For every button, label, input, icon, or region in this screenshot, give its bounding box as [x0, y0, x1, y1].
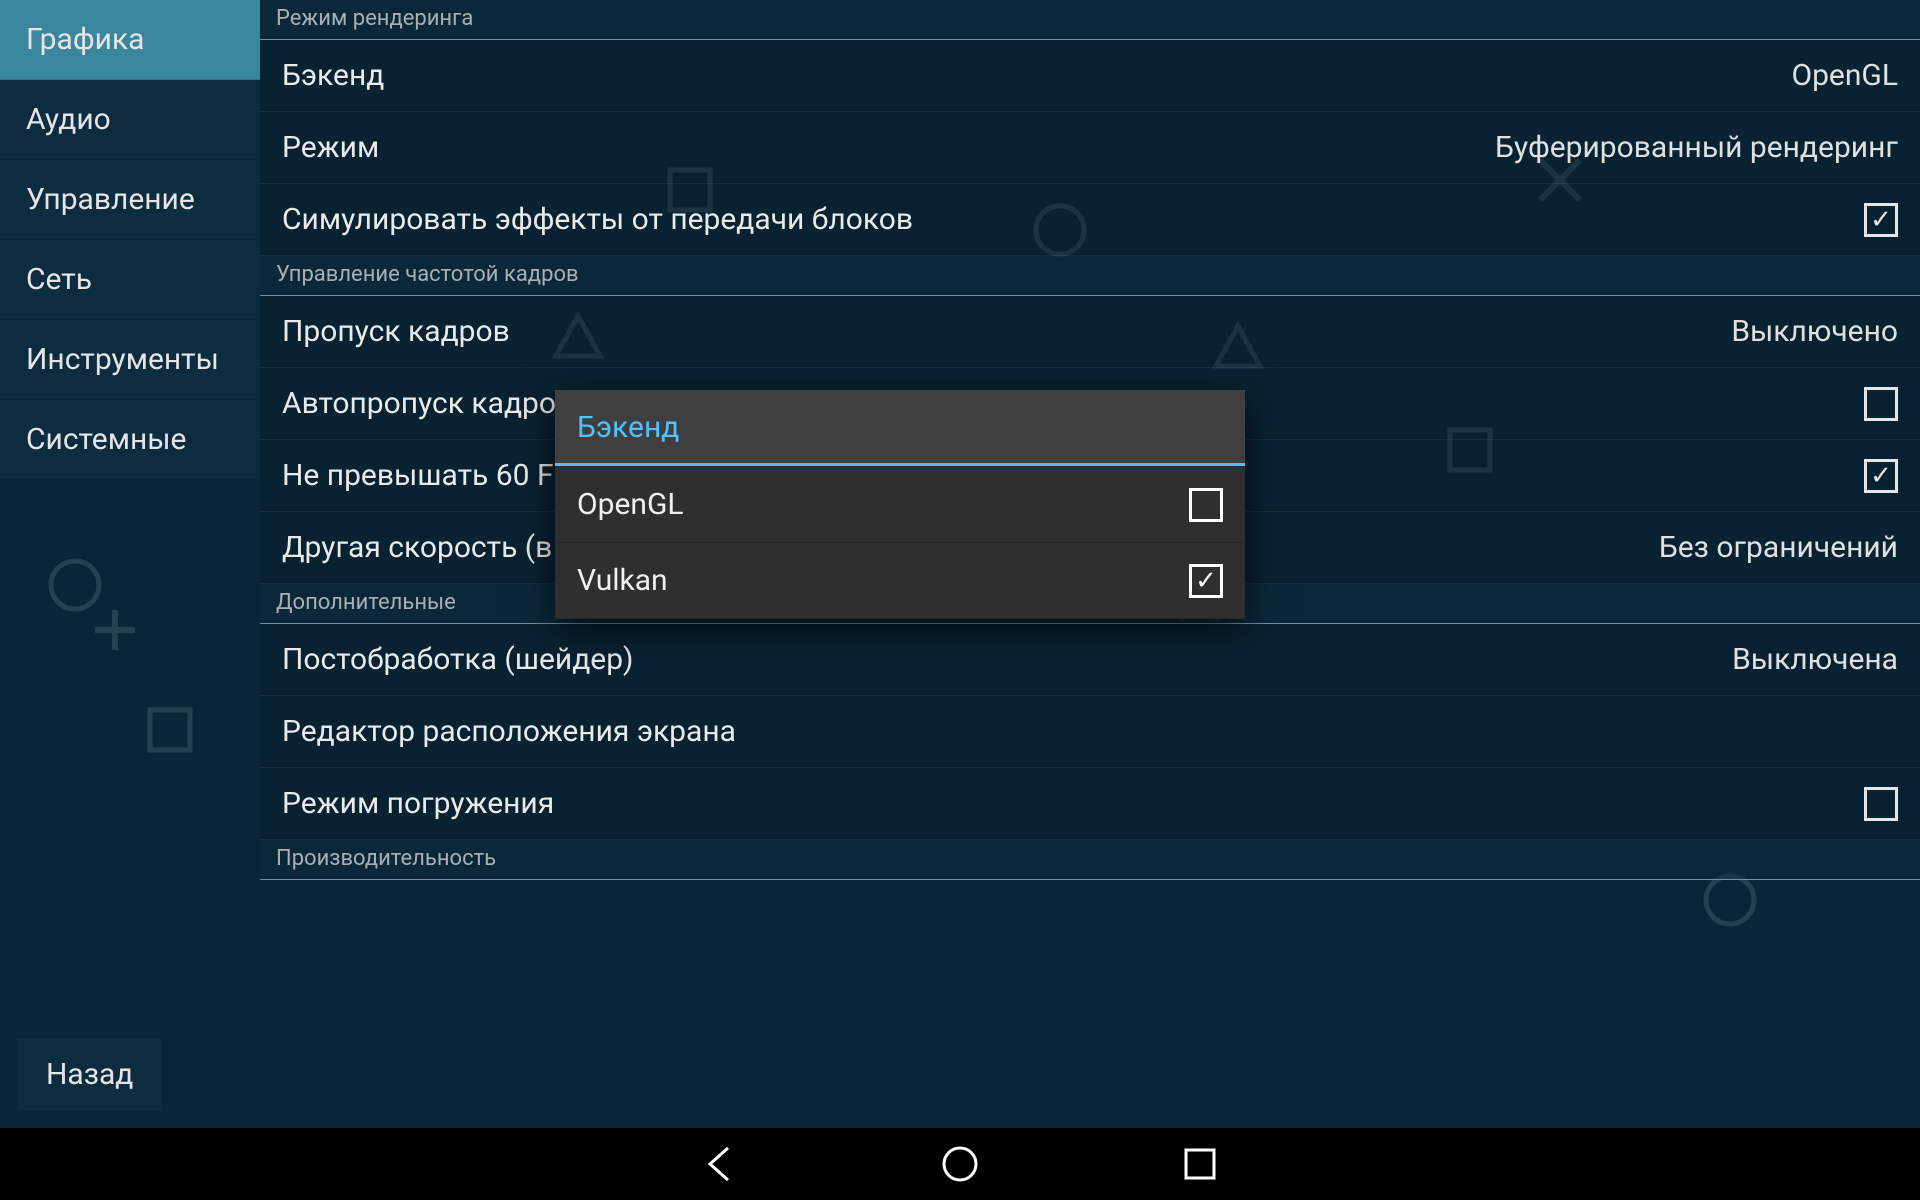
section-header-render: Режим рендеринга: [260, 0, 1920, 40]
nav-home-icon[interactable]: [930, 1134, 990, 1194]
row-simulate-block-transfer[interactable]: Симулировать эффекты от передачи блоков: [260, 184, 1920, 256]
dialog-option-opengl[interactable]: OpenGL: [555, 467, 1245, 543]
row-backend-value: OpenGL: [1791, 58, 1898, 93]
nav-back-icon[interactable]: [690, 1134, 750, 1194]
row-layout-editor[interactable]: Редактор расположения экрана: [260, 696, 1920, 768]
row-mode-value: Буферированный рендеринг: [1495, 130, 1898, 165]
checkbox-icon[interactable]: [1864, 787, 1898, 821]
checkbox-icon[interactable]: [1864, 203, 1898, 237]
row-frameskip-value: Выключено: [1731, 314, 1898, 349]
row-frameskip-label: Пропуск кадров: [282, 314, 1731, 349]
dialog-option-label: Vulkan: [577, 563, 668, 598]
section-header-framerate: Управление частотой кадров: [260, 256, 1920, 296]
row-mode-label: Режим: [282, 130, 1495, 165]
sidebar-item-tools[interactable]: Инструменты: [0, 320, 260, 400]
sidebar-item-audio[interactable]: Аудио: [0, 80, 260, 160]
sidebar-item-graphics[interactable]: Графика: [0, 0, 260, 80]
checkbox-icon[interactable]: [1864, 459, 1898, 493]
row-frameskip[interactable]: Пропуск кадров Выключено: [260, 296, 1920, 368]
nav-recent-icon[interactable]: [1170, 1134, 1230, 1194]
back-button[interactable]: Назад: [18, 1039, 161, 1110]
row-immersive[interactable]: Режим погружения: [260, 768, 1920, 840]
row-altspeed-value: Без ограничений: [1659, 530, 1898, 565]
row-layout-label: Редактор расположения экрана: [282, 714, 1898, 749]
sidebar-item-network[interactable]: Сеть: [0, 240, 260, 320]
row-postproc-value: Выключена: [1732, 642, 1898, 677]
section-header-performance: Производительность: [260, 840, 1920, 880]
dialog-option-vulkan[interactable]: Vulkan: [555, 543, 1245, 619]
row-mode[interactable]: Режим Буферированный рендеринг: [260, 112, 1920, 184]
backend-dialog: Бэкенд OpenGL Vulkan: [555, 390, 1245, 619]
sidebar-item-controls[interactable]: Управление: [0, 160, 260, 240]
checkbox-icon[interactable]: [1189, 564, 1223, 598]
row-backend-label: Бэкенд: [282, 58, 1791, 93]
row-backend[interactable]: Бэкенд OpenGL: [260, 40, 1920, 112]
row-immersive-label: Режим погружения: [282, 786, 1864, 821]
sidebar-item-system[interactable]: Системные: [0, 400, 260, 480]
dialog-option-label: OpenGL: [577, 487, 684, 522]
checkbox-icon[interactable]: [1189, 488, 1223, 522]
row-postproc[interactable]: Постобработка (шейдер) Выключена: [260, 624, 1920, 696]
checkbox-icon[interactable]: [1864, 387, 1898, 421]
row-simulate-label: Симулировать эффекты от передачи блоков: [282, 202, 1864, 237]
dialog-title: Бэкенд: [555, 390, 1245, 466]
row-postproc-label: Постобработка (шейдер): [282, 642, 1732, 677]
settings-sidebar: Графика Аудио Управление Сеть Инструмент…: [0, 0, 260, 1128]
android-navbar: [0, 1128, 1920, 1200]
